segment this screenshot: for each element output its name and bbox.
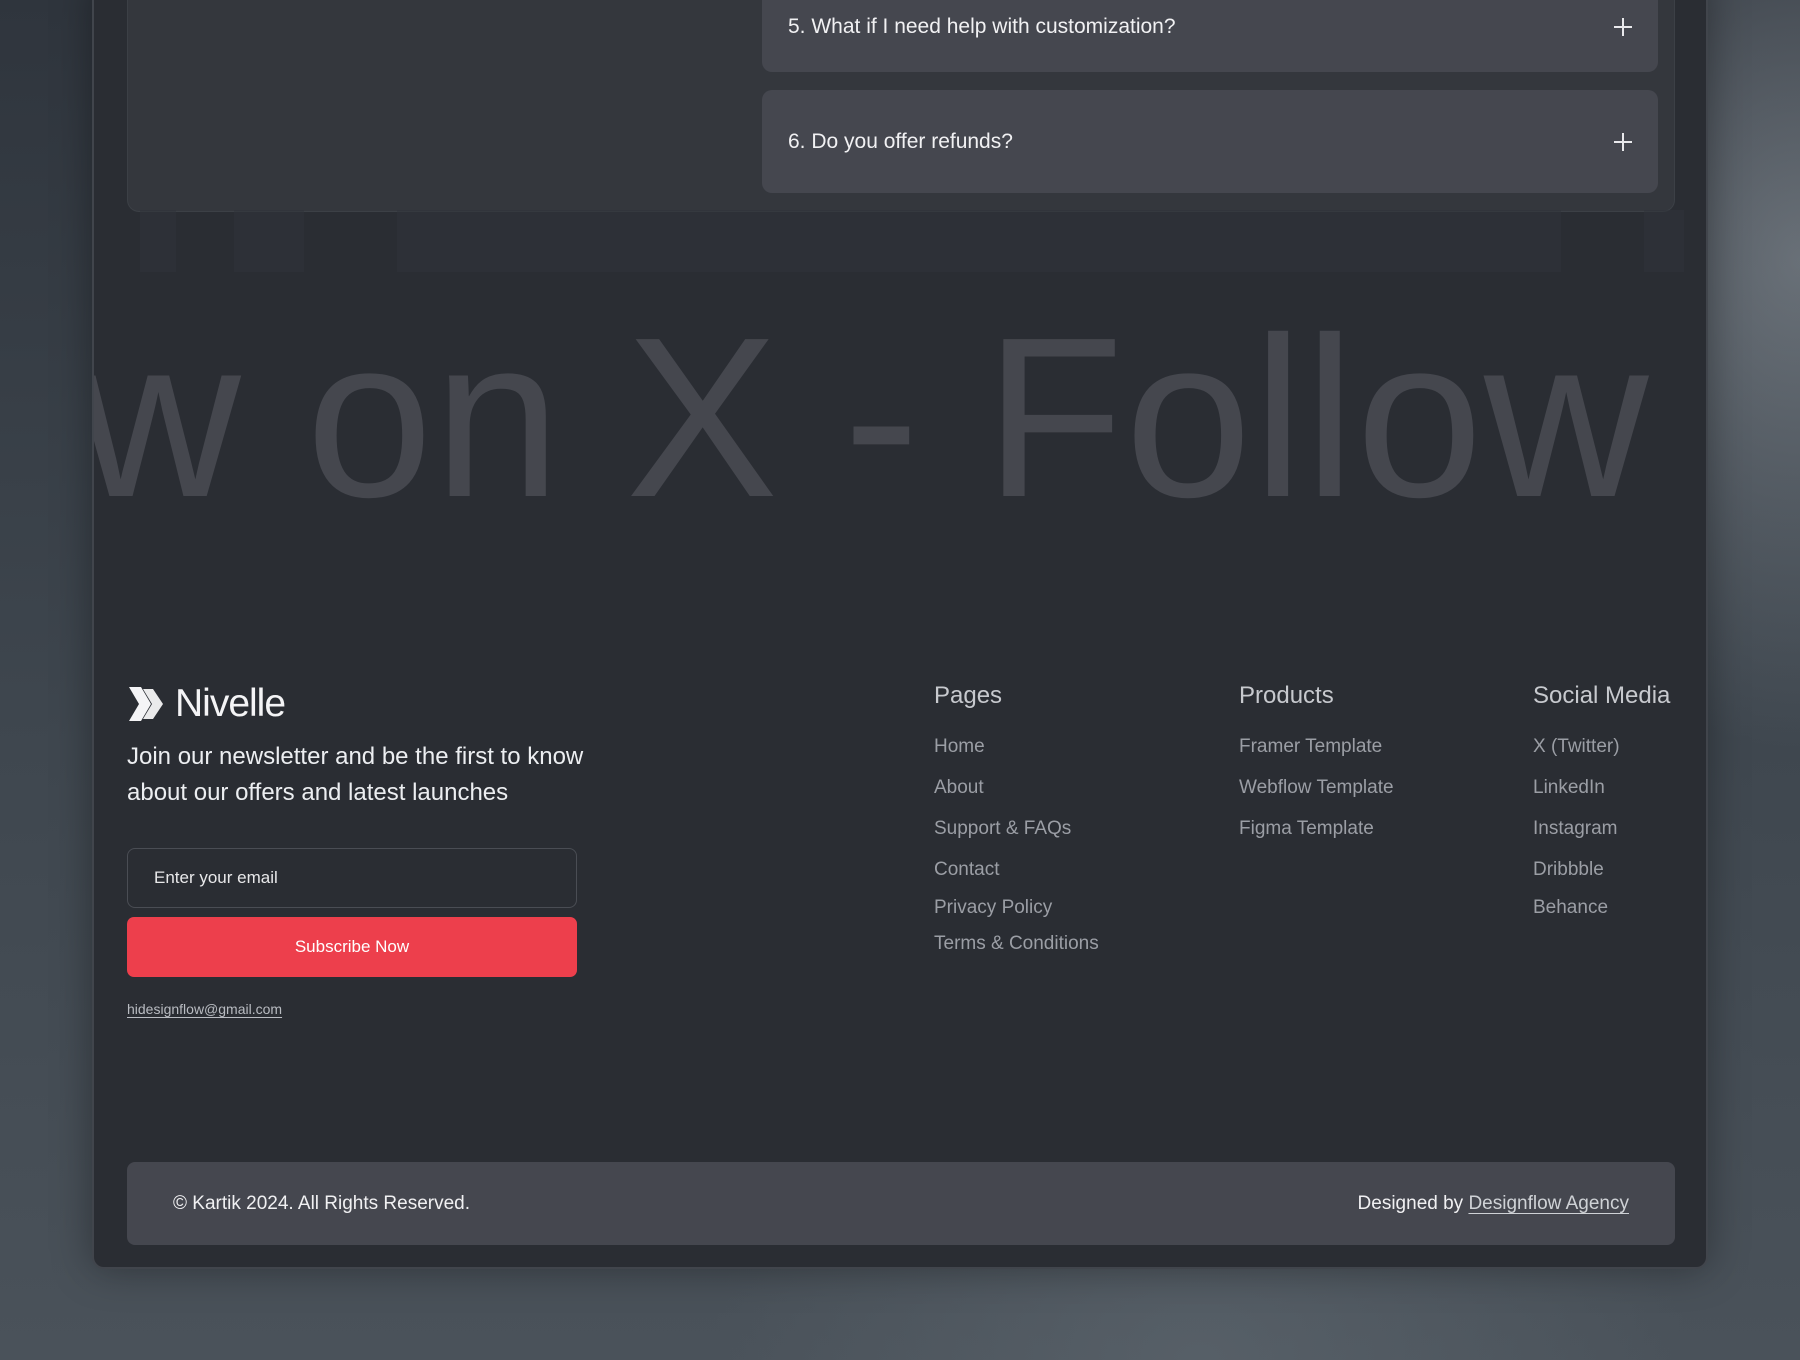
footer-link-framer[interactable]: Framer Template	[1239, 736, 1382, 758]
footer-column-products: Products Framer Template Webflow Templat…	[1239, 682, 1394, 839]
contact-email-link[interactable]: hidesignflow@gmail.com	[127, 1001, 282, 1017]
background-shape	[1644, 210, 1684, 272]
brand-name: Nivelle	[175, 682, 286, 725]
agency-link[interactable]: Designflow Agency	[1468, 1193, 1629, 1214]
designed-by-label: Designed by	[1357, 1192, 1464, 1214]
footer-link-instagram[interactable]: Instagram	[1533, 818, 1617, 840]
footer-link-twitter[interactable]: X (Twitter)	[1533, 736, 1620, 758]
background-shape	[234, 210, 304, 272]
brand[interactable]: Nivelle	[127, 682, 286, 726]
column-heading: Social Media	[1533, 682, 1671, 709]
background-shape	[397, 210, 1561, 272]
footer-link-figma[interactable]: Figma Template	[1239, 818, 1374, 840]
email-field[interactable]	[127, 848, 577, 908]
copyright-text: © Kartik 2024. All Rights Reserved.	[173, 1192, 471, 1214]
credit: Designed by Designflow Agency	[1358, 1193, 1629, 1215]
footer-link-home[interactable]: Home	[934, 736, 985, 758]
footer-link-about[interactable]: About	[934, 777, 984, 799]
background-shapes	[94, 210, 1706, 278]
faq-item-6[interactable]: 6. Do you offer refunds?	[762, 90, 1658, 193]
page-frame: 5. What if I need help with customizatio…	[92, 0, 1708, 1269]
nivelle-logo-icon	[129, 687, 163, 721]
footer-column-social: Social Media X (Twitter) LinkedIn Instag…	[1533, 682, 1671, 918]
footer-link-behance[interactable]: Behance	[1533, 897, 1608, 919]
plus-icon[interactable]	[1614, 132, 1632, 151]
background-shape	[140, 210, 176, 272]
footer-link-linkedin[interactable]: LinkedIn	[1533, 777, 1605, 799]
faq-section: 5. What if I need help with customizatio…	[127, 0, 1675, 212]
footer-column-pages: Pages Home About Support & FAQs Contact …	[934, 682, 1099, 954]
plus-icon[interactable]	[1614, 18, 1632, 36]
bottom-bar: © Kartik 2024. All Rights Reserved. Desi…	[127, 1162, 1675, 1245]
column-heading: Pages	[934, 682, 1003, 709]
faq-question: 6. Do you offer refunds?	[788, 129, 1013, 153]
newsletter-text: Join our newsletter and be the first to …	[127, 743, 584, 806]
footer-link-webflow[interactable]: Webflow Template	[1239, 777, 1394, 799]
column-heading: Products	[1239, 682, 1334, 709]
faq-item-5[interactable]: 5. What if I need help with customizatio…	[762, 0, 1658, 72]
subscribe-button[interactable]: Subscribe Now	[127, 917, 577, 977]
footer-link-terms[interactable]: Terms & Conditions	[934, 933, 1099, 955]
footer-link-support[interactable]: Support & FAQs	[934, 818, 1071, 840]
marquee-text: w on X - Follow o	[92, 291, 1708, 545]
footer-link-privacy[interactable]: Privacy Policy	[934, 897, 1052, 919]
faq-question: 5. What if I need help with customizatio…	[788, 15, 1176, 38]
footer-link-contact[interactable]: Contact	[934, 859, 999, 881]
footer-link-dribbble[interactable]: Dribbble	[1533, 859, 1604, 881]
